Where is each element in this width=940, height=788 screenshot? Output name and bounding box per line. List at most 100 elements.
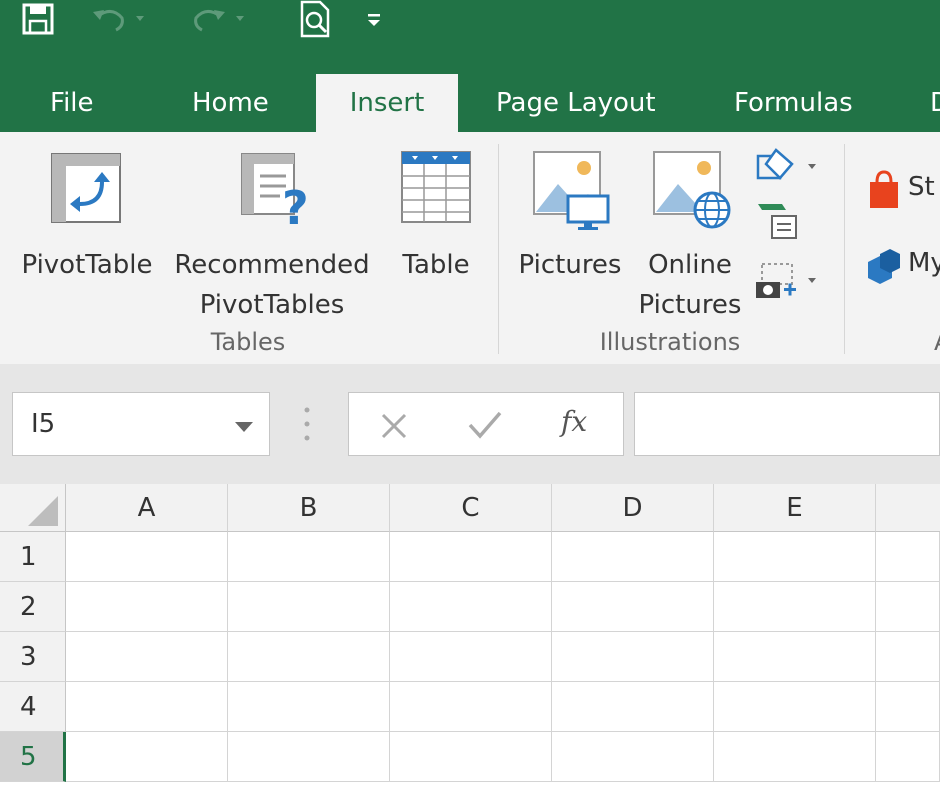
cell-f3[interactable] bbox=[876, 632, 940, 682]
cell-f5[interactable] bbox=[876, 732, 940, 782]
row-header-2[interactable]: 2 bbox=[0, 582, 66, 632]
table-label: Table bbox=[402, 250, 470, 280]
pivottable-button[interactable]: PivotTable bbox=[14, 146, 160, 306]
ribbon-insert: PivotTable ? Recommended PivotTables Tab… bbox=[0, 132, 940, 365]
cell-c4[interactable] bbox=[390, 682, 552, 732]
formula-actions: fx bbox=[348, 392, 624, 456]
addins-group-label: A bbox=[934, 328, 940, 356]
column-header-a[interactable]: A bbox=[66, 484, 228, 532]
pivottable-label: PivotTable bbox=[21, 250, 153, 280]
cell-d1[interactable] bbox=[552, 532, 714, 582]
row-header-3[interactable]: 3 bbox=[0, 632, 66, 682]
cell-f2[interactable] bbox=[876, 582, 940, 632]
column-header-f-partial[interactable] bbox=[876, 484, 940, 532]
cell-a1[interactable] bbox=[66, 532, 228, 582]
undo-icon[interactable] bbox=[88, 0, 152, 38]
pictures-label: Pictures bbox=[518, 250, 622, 280]
print-preview-icon[interactable] bbox=[294, 0, 338, 38]
cell-e4[interactable] bbox=[714, 682, 876, 732]
cell-d3[interactable] bbox=[552, 632, 714, 682]
pivottable-icon bbox=[50, 152, 122, 228]
cell-b1[interactable] bbox=[228, 532, 390, 582]
group-separator bbox=[498, 144, 499, 354]
recommended-label-line1: Recommended bbox=[174, 250, 370, 280]
cell-b2[interactable] bbox=[228, 582, 390, 632]
column-header-e[interactable]: E bbox=[714, 484, 876, 532]
customize-qat-icon[interactable] bbox=[360, 0, 388, 38]
cell-e5[interactable] bbox=[714, 732, 876, 782]
cell-a2[interactable] bbox=[66, 582, 228, 632]
cell-f1[interactable] bbox=[876, 532, 940, 582]
cell-a4[interactable] bbox=[66, 682, 228, 732]
cell-b3[interactable] bbox=[228, 632, 390, 682]
tab-insert[interactable]: Insert bbox=[316, 74, 458, 132]
formula-input[interactable] bbox=[634, 392, 940, 456]
my-addins-button[interactable]: My bbox=[864, 244, 940, 288]
illustrations-group-label: Illustrations bbox=[599, 328, 741, 356]
tables-group-label: Tables bbox=[210, 328, 286, 356]
select-all-button[interactable] bbox=[0, 484, 66, 532]
cell-f4[interactable] bbox=[876, 682, 940, 732]
store-button[interactable]: St bbox=[864, 168, 940, 212]
tab-data-partial[interactable]: D bbox=[930, 74, 940, 132]
online-pictures-label-line1: Online bbox=[648, 250, 732, 280]
cell-c5[interactable] bbox=[390, 732, 552, 782]
cell-e3[interactable] bbox=[714, 632, 876, 682]
save-icon[interactable] bbox=[16, 0, 60, 38]
enter-checkmark-icon[interactable] bbox=[467, 409, 503, 445]
smartart-button[interactable] bbox=[752, 198, 802, 242]
cell-d2[interactable] bbox=[552, 582, 714, 632]
tab-formulas[interactable]: Formulas bbox=[734, 74, 853, 132]
table-icon bbox=[400, 150, 472, 228]
recommended-pivottables-icon: ? bbox=[240, 152, 316, 235]
online-pictures-icon bbox=[652, 150, 732, 236]
shapes-icon bbox=[756, 148, 816, 180]
smartart-icon bbox=[758, 204, 797, 239]
cell-c2[interactable] bbox=[390, 582, 552, 632]
my-addins-label: My bbox=[908, 248, 940, 278]
cell-d5[interactable] bbox=[552, 732, 714, 782]
formula-bar-grip-icon[interactable] bbox=[300, 404, 314, 448]
row-header-1[interactable]: 1 bbox=[0, 532, 66, 582]
recommended-label-line2: PivotTables bbox=[199, 290, 345, 320]
recommended-pivottables-button[interactable]: ? Recommended PivotTables bbox=[166, 146, 378, 336]
online-pictures-label-line2: Pictures bbox=[638, 290, 742, 320]
column-header-d[interactable]: D bbox=[552, 484, 714, 532]
cell-c3[interactable] bbox=[390, 632, 552, 682]
name-box[interactable]: I5 bbox=[12, 392, 270, 456]
cell-b4[interactable] bbox=[228, 682, 390, 732]
cell-a5[interactable] bbox=[66, 732, 228, 782]
cell-c1[interactable] bbox=[390, 532, 552, 582]
online-pictures-button[interactable]: Online Pictures bbox=[634, 146, 746, 336]
pictures-button[interactable]: Pictures bbox=[510, 146, 630, 306]
svg-text:?: ? bbox=[282, 181, 309, 228]
shapes-button[interactable] bbox=[752, 146, 822, 186]
name-box-value: I5 bbox=[31, 409, 56, 439]
column-header-c[interactable]: C bbox=[390, 484, 552, 532]
pictures-icon bbox=[532, 150, 612, 236]
table-button[interactable]: Table bbox=[388, 146, 484, 306]
worksheet-grid[interactable]: A B C D E 1 2 3 4 5 bbox=[0, 484, 940, 788]
cell-e2[interactable] bbox=[714, 582, 876, 632]
cell-e1[interactable] bbox=[714, 532, 876, 582]
row-header-4[interactable]: 4 bbox=[0, 682, 66, 732]
tab-page-layout[interactable]: Page Layout bbox=[496, 74, 656, 132]
insert-function-icon[interactable]: fx bbox=[561, 405, 587, 438]
tab-file[interactable]: File bbox=[50, 74, 94, 132]
column-header-b[interactable]: B bbox=[228, 484, 390, 532]
screenshot-icon bbox=[756, 263, 816, 298]
name-box-dropdown-icon[interactable] bbox=[233, 419, 255, 438]
row-header-5[interactable]: 5 bbox=[0, 732, 66, 782]
screenshot-button[interactable] bbox=[752, 260, 822, 304]
cell-area[interactable] bbox=[66, 532, 940, 788]
group-separator bbox=[844, 144, 845, 354]
store-icon bbox=[870, 170, 898, 208]
cell-d4[interactable] bbox=[552, 682, 714, 732]
cell-b5[interactable] bbox=[228, 732, 390, 782]
title-bar: File Home Insert Page Layout Formulas D bbox=[0, 0, 940, 132]
redo-icon[interactable] bbox=[186, 0, 250, 38]
tab-home[interactable]: Home bbox=[192, 74, 269, 132]
cancel-icon[interactable] bbox=[379, 411, 409, 445]
formula-bar: I5 fx bbox=[0, 364, 940, 488]
cell-a3[interactable] bbox=[66, 632, 228, 682]
